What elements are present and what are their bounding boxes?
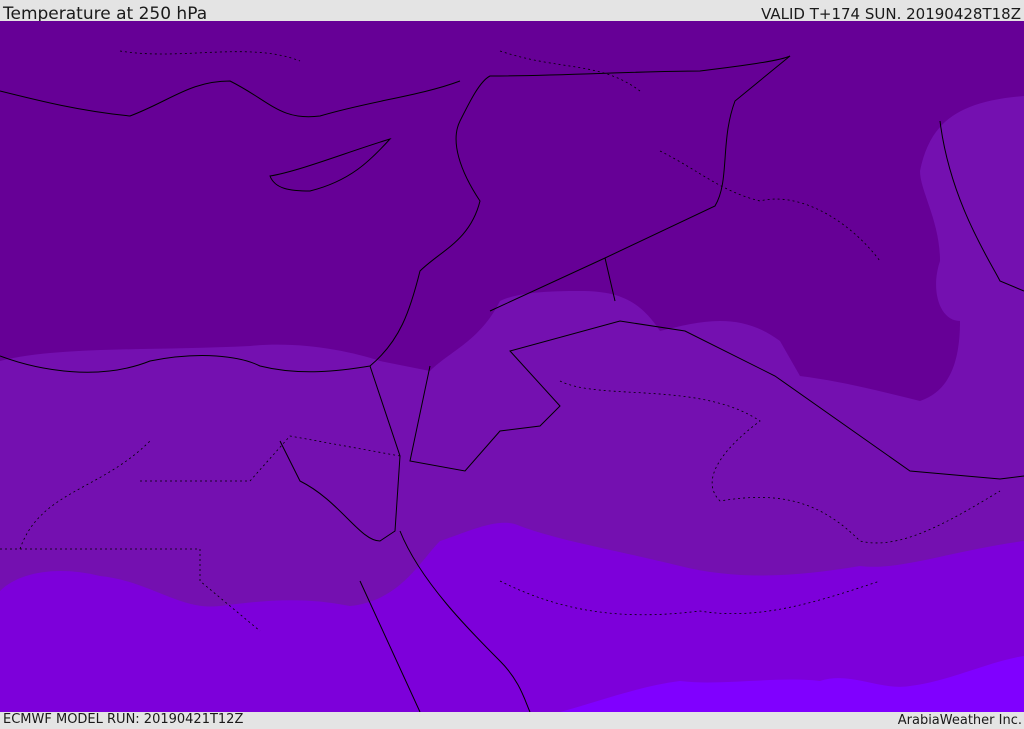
temperature-map (0, 21, 1024, 712)
header-bar: Temperature at 250 hPa VALID T+174 SUN. … (0, 0, 1024, 24)
footer-bar: ECMWF MODEL RUN: 20190421T12Z ArabiaWeat… (0, 712, 1024, 729)
model-run: ECMWF MODEL RUN: 20190421T12Z (3, 712, 244, 727)
brand-credit: ArabiaWeather Inc. (897, 713, 1022, 728)
